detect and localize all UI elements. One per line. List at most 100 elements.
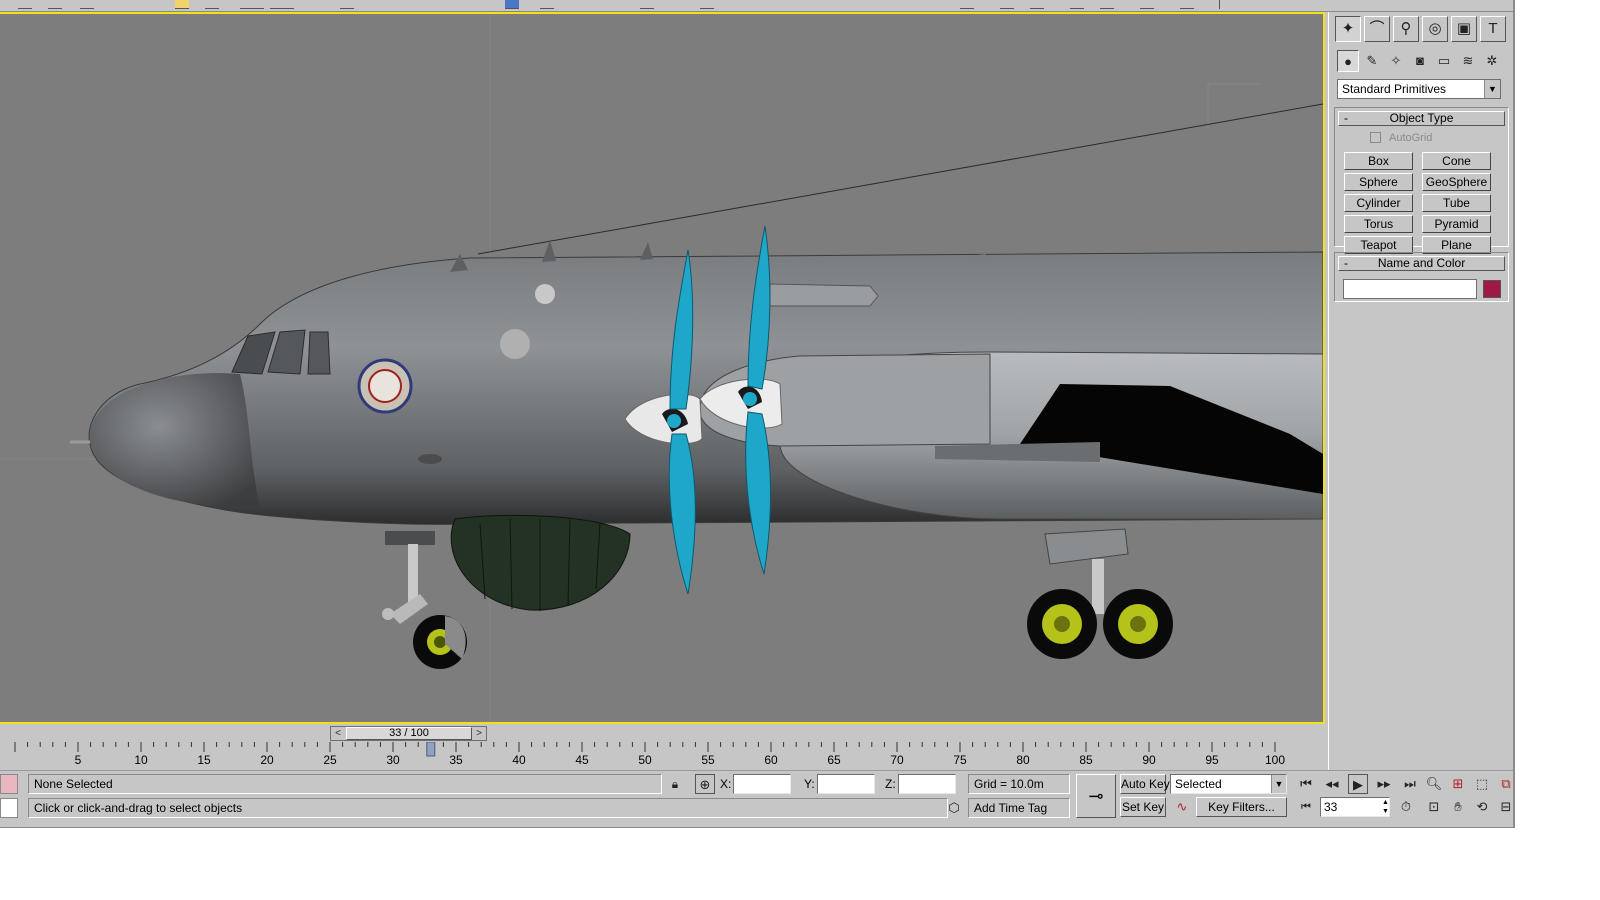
set-key-mode-key-icon[interactable]: ⊸ bbox=[1076, 774, 1116, 818]
zoom-icon[interactable]: 🔍︎ bbox=[1424, 774, 1444, 794]
shapes-icon[interactable]: ✎ bbox=[1361, 50, 1383, 72]
checkbox-box[interactable] bbox=[1370, 132, 1381, 143]
absolute-mode-icon[interactable]: ⊕ bbox=[695, 774, 715, 794]
x-coordinate-field[interactable] bbox=[733, 774, 791, 794]
z-coordinate-field[interactable] bbox=[898, 774, 956, 794]
toolbar-button[interactable] bbox=[540, 0, 554, 9]
key-mode-toggle-icon[interactable]: ⏮ bbox=[1296, 797, 1316, 817]
toolbar-button[interactable] bbox=[18, 0, 32, 9]
auto-key-button[interactable]: Auto Key bbox=[1120, 774, 1170, 794]
torus-button[interactable]: Torus bbox=[1344, 215, 1413, 233]
geosphere-button[interactable]: GeoSphere bbox=[1422, 173, 1491, 191]
object-type-rollout-header[interactable]: - Object Type bbox=[1338, 111, 1505, 126]
add-time-tag-button[interactable]: Add Time Tag bbox=[968, 798, 1070, 818]
field-of-view-icon[interactable]: ⊡ bbox=[1424, 797, 1444, 817]
toolbar-button[interactable] bbox=[270, 0, 294, 9]
cone-button[interactable]: Cone bbox=[1422, 152, 1491, 170]
toolbar-button[interactable] bbox=[240, 0, 264, 9]
toolbar-button[interactable] bbox=[960, 0, 974, 9]
previous-frame-icon[interactable]: ◂◂ bbox=[1322, 774, 1342, 794]
key-mode-dropdown[interactable]: Selected ▼ bbox=[1170, 774, 1287, 794]
toolbar-button[interactable] bbox=[1210, 0, 1220, 9]
maxscript-listener-mini[interactable] bbox=[0, 774, 18, 794]
y-coordinate-label: Y: bbox=[804, 777, 815, 791]
box-button[interactable]: Box bbox=[1344, 152, 1413, 170]
time-slider-thumb[interactable]: 33 / 100 bbox=[346, 727, 472, 740]
zoom-extents-all-icon[interactable]: ⧉ bbox=[1496, 774, 1513, 794]
toolbar-button[interactable] bbox=[1070, 0, 1084, 9]
toolbar-button[interactable] bbox=[1100, 0, 1114, 9]
toolbar-button[interactable] bbox=[80, 0, 94, 9]
toolbar-button[interactable] bbox=[1030, 0, 1044, 9]
maxscript-input-mini[interactable] bbox=[0, 798, 18, 818]
toolbar-button[interactable] bbox=[1000, 0, 1014, 9]
pan-hand-icon[interactable]: ✋︎ bbox=[1448, 797, 1468, 817]
pyramid-button[interactable]: Pyramid bbox=[1422, 215, 1491, 233]
next-frame-icon[interactable]: ▸▸ bbox=[1374, 774, 1394, 794]
orbit-icon[interactable]: ⟲ bbox=[1472, 797, 1492, 817]
cylinder-button[interactable]: Cylinder bbox=[1344, 194, 1413, 212]
trackbar[interactable]: 5 10 15 20 25 30 35 40 45 50 55 60 65 70 75 80 85 90 95 100 bbox=[0, 742, 1325, 770]
tab-create[interactable]: ✦ bbox=[1335, 16, 1361, 42]
object-type-rollout: - Object Type AutoGrid Box Cone Sphere GeoS… bbox=[1334, 107, 1509, 254]
chevron-down-icon[interactable]: ▼ bbox=[1271, 775, 1286, 793]
tube-button[interactable]: Tube bbox=[1422, 194, 1491, 212]
object-color-swatch[interactable] bbox=[1483, 280, 1501, 298]
set-key-button[interactable]: Set Key bbox=[1120, 797, 1166, 817]
motion-icon: ◎ bbox=[1428, 20, 1442, 37]
object-name-input[interactable] bbox=[1343, 279, 1477, 299]
helpers-icon[interactable]: ▭ bbox=[1433, 50, 1455, 72]
radar-radome bbox=[450, 514, 631, 611]
tab-hierarchy[interactable]: ⚲ bbox=[1393, 16, 1419, 42]
toolbar-button[interactable] bbox=[640, 0, 654, 9]
select-tool-button[interactable] bbox=[175, 0, 189, 9]
lights-icon[interactable]: ✧ bbox=[1385, 50, 1407, 72]
cameras-icon[interactable]: ◙ bbox=[1409, 50, 1431, 72]
time-tag-icon[interactable]: ⬡ bbox=[944, 798, 964, 818]
tab-modify[interactable]: ⌒ bbox=[1364, 16, 1390, 42]
airplane-model[interactable] bbox=[70, 225, 1323, 669]
toolbar-button[interactable] bbox=[1180, 0, 1194, 9]
current-frame-marker[interactable] bbox=[426, 742, 436, 757]
tab-utilities[interactable]: T bbox=[1480, 16, 1506, 42]
play-icon[interactable]: ▶ bbox=[1348, 774, 1368, 794]
toolbar-button[interactable] bbox=[48, 0, 62, 9]
tab-display[interactable]: ▣ bbox=[1451, 16, 1477, 42]
space-warps-icon[interactable]: ≋ bbox=[1457, 50, 1479, 72]
time-slider[interactable]: < 33 / 100 > bbox=[0, 724, 1325, 742]
toolbar-button[interactable] bbox=[205, 0, 219, 9]
sphere-button[interactable]: Sphere bbox=[1344, 173, 1413, 191]
zoom-extents-icon[interactable]: ⬚ bbox=[1472, 774, 1492, 794]
spinner-arrows-icon[interactable]: ▲ ▼ bbox=[1382, 798, 1390, 816]
go-to-start-icon[interactable]: ⏮ bbox=[1296, 774, 1316, 794]
autogrid-checkbox[interactable]: AutoGrid bbox=[1370, 132, 1432, 144]
trackbar-tick-label: 70 bbox=[890, 753, 904, 767]
time-slider-prev-arrow[interactable]: < bbox=[331, 727, 345, 740]
geometry-icon[interactable]: ● bbox=[1337, 50, 1359, 72]
trackbar-tick-label: 45 bbox=[575, 753, 589, 767]
maximize-viewport-icon[interactable]: ⊟ bbox=[1496, 797, 1513, 817]
toolbar-button[interactable] bbox=[700, 0, 714, 9]
zoom-all-icon[interactable]: ⊞ bbox=[1448, 774, 1468, 794]
lock-icon[interactable]: 🔒︎ bbox=[665, 774, 685, 794]
toolbar-button[interactable] bbox=[505, 0, 519, 9]
toolbar-button[interactable] bbox=[340, 0, 354, 9]
y-coordinate-field[interactable] bbox=[817, 774, 875, 794]
tab-motion[interactable]: ◎ bbox=[1422, 16, 1448, 42]
perspective-viewport[interactable] bbox=[0, 12, 1325, 724]
app-window: < 33 / 100 > 5 10 15 20 25 30 35 40 45 50 55 60 65 70… bbox=[0, 0, 1515, 828]
go-to-end-icon[interactable]: ⏭ bbox=[1400, 774, 1420, 794]
primitive-type-dropdown[interactable]: Standard Primitives ▼ bbox=[1337, 79, 1501, 99]
trackbar-tick-label: 20 bbox=[260, 753, 274, 767]
systems-icon[interactable]: ✲ bbox=[1481, 50, 1503, 72]
trackbar-tick-label: 95 bbox=[1205, 753, 1219, 767]
trackbar-tick-label: 100 bbox=[1265, 753, 1285, 767]
curve-editor-icon[interactable]: ∿ bbox=[1172, 797, 1192, 817]
name-and-color-rollout-header[interactable]: - Name and Color bbox=[1338, 256, 1505, 271]
time-configuration-icon[interactable]: ⏱ bbox=[1396, 797, 1416, 817]
current-frame-spinner[interactable]: 33 bbox=[1320, 797, 1390, 817]
time-slider-next-arrow[interactable]: > bbox=[472, 727, 486, 740]
key-filters-button[interactable]: Key Filters... bbox=[1196, 797, 1287, 817]
toolbar-button[interactable] bbox=[1140, 0, 1154, 9]
chevron-down-icon[interactable]: ▼ bbox=[1484, 80, 1500, 98]
